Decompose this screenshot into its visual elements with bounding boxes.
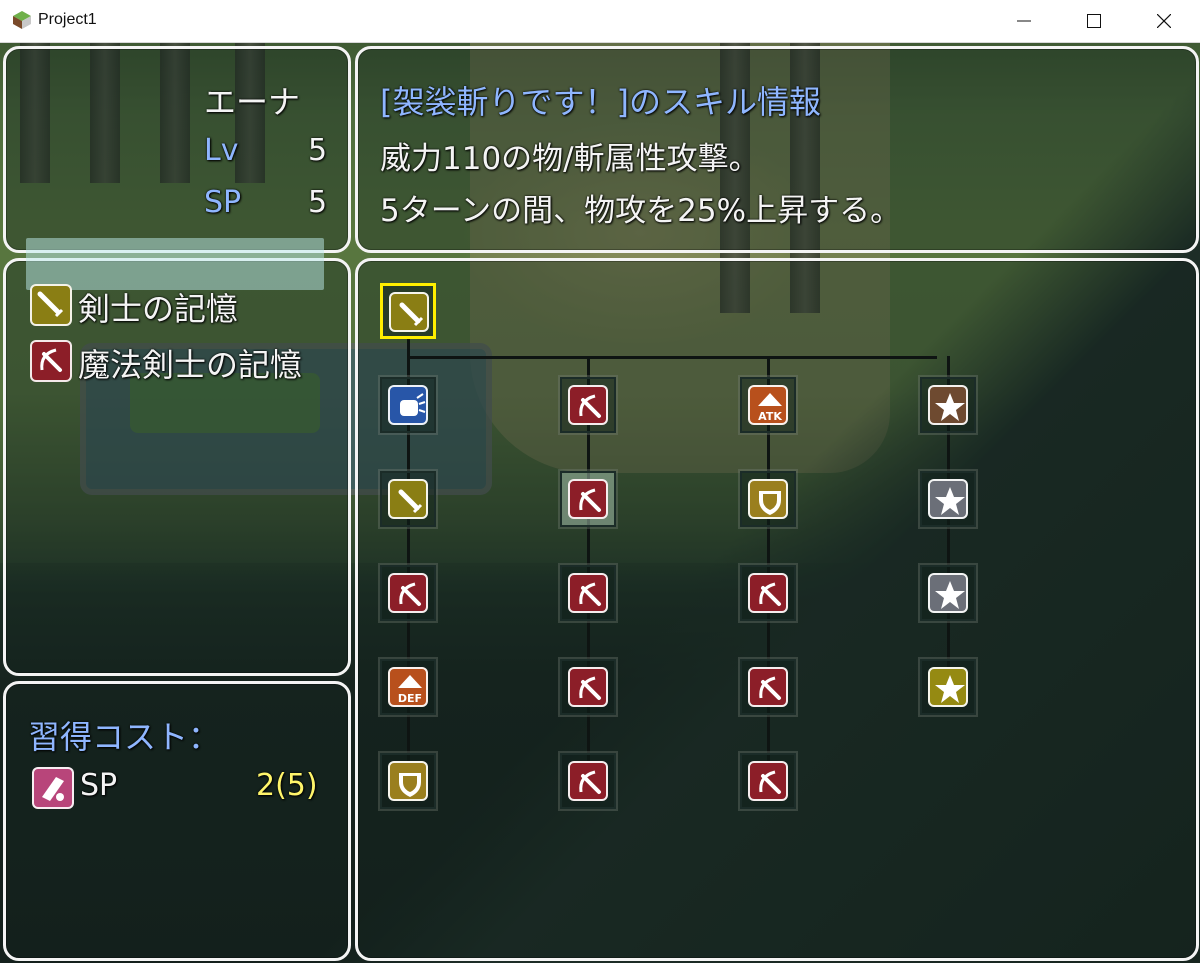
skill-info-heading: [袈裟斬りです！]のスキル情報: [380, 83, 821, 121]
maximize-icon: [1087, 14, 1101, 28]
skill-node[interactable]: [920, 565, 976, 621]
skill-node[interactable]: [740, 565, 796, 621]
tree-connector: [407, 338, 410, 358]
title-bar: Project1: [0, 0, 1200, 43]
actor-name: エーナ: [204, 83, 301, 121]
skill-description-line2: 5ターンの間、物攻を25%上昇する。: [380, 193, 902, 229]
window-title: Project1: [38, 11, 97, 28]
skill-description-line1: 威力110の物/斬属性攻撃。: [380, 141, 760, 177]
skill-node[interactable]: [920, 377, 976, 433]
category-item-swordsman[interactable]: 剣士の記憶: [78, 284, 238, 330]
skill-node[interactable]: [920, 471, 976, 527]
app-icon: [13, 11, 31, 29]
skill-node[interactable]: [560, 753, 616, 809]
skill-node[interactable]: [920, 659, 976, 715]
cost-item-label: SP: [80, 768, 118, 803]
level-value: 5: [308, 133, 328, 168]
sword-icon: [30, 284, 72, 326]
skill-node[interactable]: [560, 659, 616, 715]
skill-node[interactable]: [740, 471, 796, 527]
skill-node[interactable]: [380, 753, 436, 809]
skill-node[interactable]: [560, 377, 616, 433]
skill-node[interactable]: ATK: [740, 377, 796, 433]
skill-node[interactable]: [560, 471, 616, 527]
sp-value: 5: [308, 185, 328, 220]
skill-node[interactable]: [740, 753, 796, 809]
scroll-icon: [32, 767, 74, 809]
close-icon: [1157, 14, 1171, 28]
sp-label: SP: [204, 185, 242, 220]
tree-connector: [407, 356, 937, 359]
svg-text:ATK: ATK: [758, 410, 782, 423]
cost-item-value: 2(5): [256, 768, 318, 803]
category-item-magic-swordsman[interactable]: 魔法剣士の記憶: [78, 340, 302, 386]
minimize-button[interactable]: [990, 0, 1058, 42]
skill-info-window: [袈裟斬りです！]のスキル情報 威力110の物/斬属性攻撃。 5ターンの間、物攻…: [355, 46, 1199, 253]
close-button[interactable]: [1130, 0, 1198, 42]
svg-text:DEF: DEF: [398, 692, 422, 705]
category-cursor: [26, 238, 324, 290]
magic-sword-icon: [30, 340, 72, 382]
skill-node[interactable]: DEF: [380, 659, 436, 715]
skill-node[interactable]: [380, 377, 436, 433]
level-label: Lv: [204, 133, 239, 168]
cost-heading: 習得コスト：: [28, 718, 221, 756]
skill-node[interactable]: [380, 565, 436, 621]
maximize-button[interactable]: [1060, 0, 1128, 42]
skill-node-root[interactable]: [380, 283, 436, 339]
skill-node[interactable]: [380, 471, 436, 527]
cost-window: 習得コスト： SP 2(5): [3, 681, 351, 961]
actor-status-window: エーナ Lv 5 SP 5: [3, 46, 351, 253]
minimize-icon: [1017, 20, 1031, 22]
skill-node[interactable]: [560, 565, 616, 621]
skill-node[interactable]: [740, 659, 796, 715]
